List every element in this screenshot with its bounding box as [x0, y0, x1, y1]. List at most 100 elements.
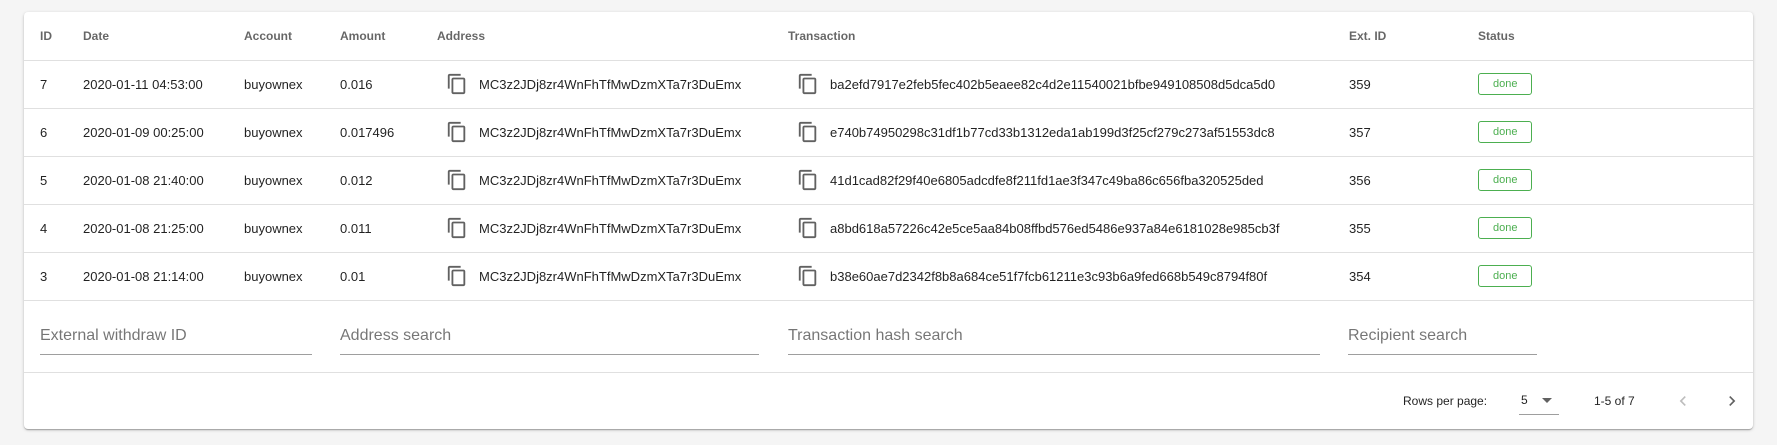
- caret-down-icon: [1541, 397, 1552, 403]
- table-row[interactable]: 4 2020-01-08 21:25:00 buyownex 0.011 MC3z2JD…: [24, 204, 1753, 253]
- address-search-field: [340, 318, 759, 355]
- recipient-search-field: [1348, 318, 1537, 355]
- transaction-search-field: [788, 318, 1320, 355]
- address-text: MC3z2JDj8zr4WnFhTfMwDzmXTa7r3DuEmx: [479, 124, 742, 140]
- previous-page-button[interactable]: [1667, 385, 1699, 417]
- chevron-right-icon: [1729, 395, 1736, 406]
- copy-address-icon[interactable]: [443, 262, 471, 290]
- cell-date: 2020-01-11 04:53:00: [67, 60, 228, 109]
- rows-per-page-select[interactable]: 5: [1519, 387, 1559, 415]
- column-header-account[interactable]: Account: [228, 12, 324, 61]
- column-header-date[interactable]: Date: [67, 12, 228, 61]
- address-text: MC3z2JDj8zr4WnFhTfMwDzmXTa7r3DuEmx: [479, 268, 742, 284]
- column-header-ext-id[interactable]: Ext. ID: [1333, 12, 1462, 61]
- transaction-text: 41d1cad82f29f40e6805adcdfe8f211fd1ae3f34…: [830, 172, 1264, 188]
- cell-address: MC3z2JDj8zr4WnFhTfMwDzmXTa7r3DuEmx: [421, 156, 772, 205]
- table-row[interactable]: 3 2020-01-08 21:14:00 buyownex 0.01 MC3z2JDj…: [24, 252, 1753, 301]
- rows-per-page-value: 5: [1521, 393, 1528, 407]
- table-row[interactable]: 6 2020-01-09 00:25:00 buyownex 0.017496 MC3z…: [24, 108, 1753, 157]
- status-badge: done: [1478, 169, 1533, 191]
- address-text: MC3z2JDj8zr4WnFhTfMwDzmXTa7r3DuEmx: [479, 76, 742, 92]
- cell-id: 7: [24, 60, 67, 109]
- cell-address: MC3z2JDj8zr4WnFhTfMwDzmXTa7r3DuEmx: [421, 204, 772, 253]
- copy-transaction-icon[interactable]: [794, 262, 822, 290]
- transaction-text: e740b74950298c31df1b77cd33b1312eda1ab199…: [830, 124, 1275, 140]
- cell-status: done: [1462, 156, 1753, 205]
- column-header-transaction[interactable]: Transaction: [772, 12, 1333, 61]
- cell-account: buyownex: [228, 156, 324, 205]
- chevron-left-icon: [1679, 395, 1686, 406]
- cell-status: done: [1462, 204, 1753, 253]
- cell-amount: 0.012: [324, 156, 421, 205]
- status-badge: done: [1478, 217, 1533, 239]
- cell-date: 2020-01-08 21:14:00: [67, 252, 228, 301]
- cell-transaction: b38e60ae7d2342f8b8a684ce51f7fcb61211e3c9…: [772, 252, 1333, 301]
- copy-address-icon[interactable]: [443, 214, 471, 242]
- cell-ext-id: 356: [1333, 156, 1462, 205]
- withdrawals-card: ID Date Account Amount Address Transacti…: [24, 12, 1753, 429]
- table-header-row: ID Date Account Amount Address Transacti…: [24, 12, 1753, 61]
- cell-account: buyownex: [228, 252, 324, 301]
- withdrawals-table: ID Date Account Amount Address Transacti…: [24, 12, 1753, 301]
- cell-address: MC3z2JDj8zr4WnFhTfMwDzmXTa7r3DuEmx: [421, 60, 772, 109]
- cell-amount: 0.017496: [324, 108, 421, 157]
- cell-amount: 0.011: [324, 204, 421, 253]
- cell-address: MC3z2JDj8zr4WnFhTfMwDzmXTa7r3DuEmx: [421, 252, 772, 301]
- column-header-status[interactable]: Status: [1462, 12, 1753, 61]
- cell-date: 2020-01-08 21:25:00: [67, 204, 228, 253]
- pagination: Rows per page: 5 1-5 of 7: [24, 373, 1753, 429]
- copy-transaction-icon[interactable]: [794, 118, 822, 146]
- cell-account: buyownex: [228, 204, 324, 253]
- cell-account: buyownex: [228, 108, 324, 157]
- pagination-range: 1-5 of 7: [1594, 393, 1635, 408]
- cell-address: MC3z2JDj8zr4WnFhTfMwDzmXTa7r3DuEmx: [421, 108, 772, 157]
- cell-status: done: [1462, 108, 1753, 157]
- cell-amount: 0.01: [324, 252, 421, 301]
- copy-transaction-icon[interactable]: [794, 214, 822, 242]
- copy-transaction-icon[interactable]: [794, 70, 822, 98]
- cell-account: buyownex: [228, 60, 324, 109]
- cell-ext-id: 359: [1333, 60, 1462, 109]
- cell-ext-id: 354: [1333, 252, 1462, 301]
- filter-bar: [24, 301, 1753, 373]
- table-row[interactable]: 5 2020-01-08 21:40:00 buyownex 0.012 MC3z2JD…: [24, 156, 1753, 205]
- transaction-text: ba2efd7917e2feb5fec402b5eaee82c4d2e11540…: [830, 76, 1276, 92]
- transaction-search-input[interactable]: [788, 318, 1320, 354]
- recipient-search-input[interactable]: [1348, 318, 1537, 354]
- cell-ext-id: 357: [1333, 108, 1462, 157]
- rows-per-page-label: Rows per page:: [1403, 393, 1488, 408]
- transaction-text: b38e60ae7d2342f8b8a684ce51f7fcb61211e3c9…: [830, 268, 1268, 284]
- address-text: MC3z2JDj8zr4WnFhTfMwDzmXTa7r3DuEmx: [479, 172, 742, 188]
- status-badge: done: [1478, 121, 1533, 143]
- cell-id: 6: [24, 108, 67, 157]
- cell-id: 3: [24, 252, 67, 301]
- column-header-amount[interactable]: Amount: [324, 12, 421, 61]
- column-header-address[interactable]: Address: [421, 12, 772, 61]
- copy-address-icon[interactable]: [443, 166, 471, 194]
- next-page-button[interactable]: [1716, 385, 1748, 417]
- copy-address-icon[interactable]: [443, 118, 471, 146]
- cell-date: 2020-01-09 00:25:00: [67, 108, 228, 157]
- external-withdraw-id-field: [40, 318, 312, 355]
- cell-amount: 0.016: [324, 60, 421, 109]
- cell-transaction: e740b74950298c31df1b77cd33b1312eda1ab199…: [772, 108, 1333, 157]
- cell-id: 4: [24, 204, 67, 253]
- cell-transaction: 41d1cad82f29f40e6805adcdfe8f211fd1ae3f34…: [772, 156, 1333, 205]
- cell-ext-id: 355: [1333, 204, 1462, 253]
- copy-address-icon[interactable]: [443, 70, 471, 98]
- external-withdraw-id-input[interactable]: [40, 318, 312, 354]
- copy-transaction-icon[interactable]: [794, 166, 822, 194]
- status-badge: done: [1478, 265, 1533, 287]
- cell-transaction: a8bd618a57226c42e5ce5aa84b08ffbd576ed548…: [772, 204, 1333, 253]
- cell-status: done: [1462, 60, 1753, 109]
- address-search-input[interactable]: [340, 318, 759, 354]
- cell-id: 5: [24, 156, 67, 205]
- cell-status: done: [1462, 252, 1753, 301]
- transaction-text: a8bd618a57226c42e5ce5aa84b08ffbd576ed548…: [830, 220, 1280, 236]
- status-badge: done: [1478, 73, 1533, 95]
- address-text: MC3z2JDj8zr4WnFhTfMwDzmXTa7r3DuEmx: [479, 220, 742, 236]
- column-header-id[interactable]: ID: [24, 12, 67, 61]
- table-row[interactable]: 7 2020-01-11 04:53:00 buyownex 0.016 MC3z2JD…: [24, 60, 1753, 109]
- cell-transaction: ba2efd7917e2feb5fec402b5eaee82c4d2e11540…: [772, 60, 1333, 109]
- cell-date: 2020-01-08 21:40:00: [67, 156, 228, 205]
